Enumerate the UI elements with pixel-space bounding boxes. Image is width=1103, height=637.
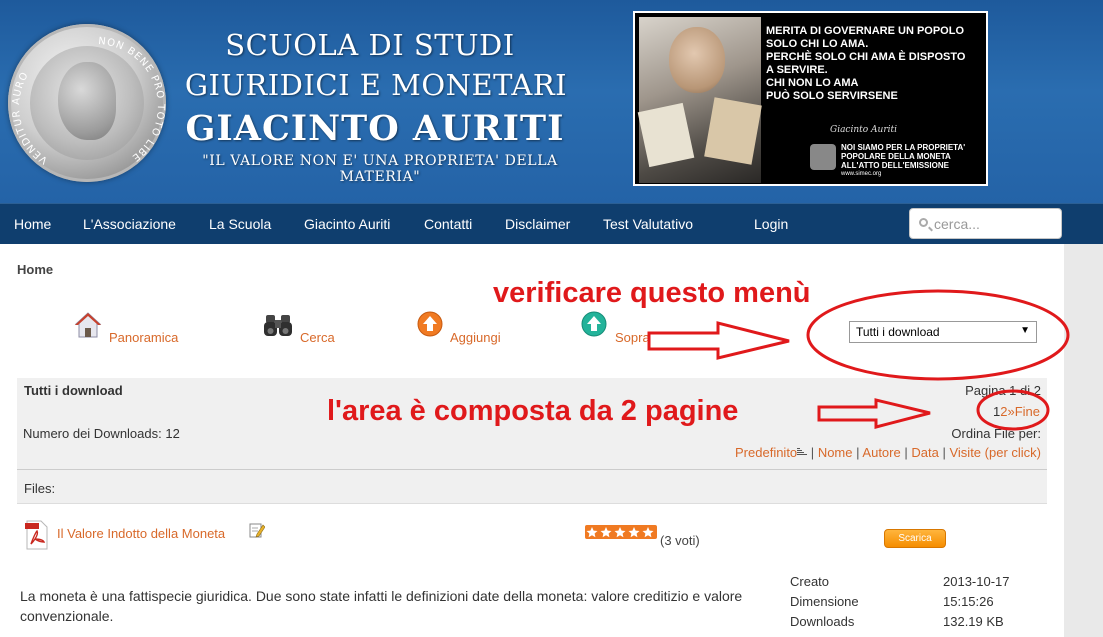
edit-icon[interactable] xyxy=(249,522,265,538)
site-title-line2: GIURIDICI E MONETARI xyxy=(184,68,568,102)
nav-test-valutativo[interactable]: Test Valutativo xyxy=(603,204,693,245)
file-title-link[interactable]: Il Valore Indotto della Moneta xyxy=(57,526,225,541)
annotation-two-pages: l'area è composta da 2 pagine xyxy=(327,395,739,427)
meta-value: 15:15:26 xyxy=(943,594,994,609)
pagination: 12»Fine xyxy=(993,404,1040,419)
toolbar-cerca[interactable]: Cerca xyxy=(263,310,343,346)
toolbar-panoramica-label: Panoramica xyxy=(109,330,179,345)
quote-line: PUÒ SOLO SERVIRSENE xyxy=(766,90,898,102)
banknote-left xyxy=(637,102,695,168)
quote-photo-head xyxy=(669,27,725,93)
search-box[interactable] xyxy=(909,208,1062,239)
site-title-line3: GIACINTO AURITI xyxy=(185,108,565,149)
house-icon xyxy=(74,312,102,338)
meta-row-created: Creato 2013-10-17 xyxy=(790,572,1060,592)
quote-banner[interactable]: MERITA DI GOVERNARE UN POPOLO SOLO CHI L… xyxy=(633,11,988,186)
nav-disclaimer[interactable]: Disclaimer xyxy=(505,204,570,245)
quote-line: SOLO CHI LO AMA. xyxy=(766,38,869,50)
toolbar-aggiungi[interactable]: Aggiungi xyxy=(416,310,516,346)
pager-next[interactable]: » xyxy=(1007,404,1014,419)
nav-login[interactable]: Login xyxy=(754,204,788,245)
meta-row-downloads: Downloads 132.19 KB xyxy=(790,612,1060,632)
coin-ring-text: VENDITUR AURO NON BENE PRO TOTO LIBERTAS xyxy=(8,24,165,166)
emblem-icon xyxy=(810,144,836,170)
banknote-right xyxy=(704,97,762,165)
coin-text-left: VENDITUR AURO xyxy=(11,70,49,166)
up-arrow-green-icon xyxy=(581,311,607,337)
download-button[interactable]: Scarica xyxy=(884,529,946,548)
meta-row-size: Dimensione 15:15:26 xyxy=(790,592,1060,612)
meta-key: Dimensione xyxy=(790,594,859,609)
sort-date[interactable]: Data xyxy=(911,445,938,460)
quote-photo xyxy=(637,17,762,183)
site-tagline: "IL VALORE NON E' UNA PROPRIETA' DELLA M… xyxy=(202,153,558,185)
slogan-line: ALL'ATTO DELL'EMISSIONE xyxy=(841,161,949,170)
sort-visits[interactable]: Visite (per click) xyxy=(949,445,1041,460)
slogan-line: POPOLARE DELLA MONETA xyxy=(841,152,951,161)
sort-default[interactable]: Predefinito xyxy=(735,445,797,460)
search-input[interactable] xyxy=(934,213,1058,235)
quote-line: A SERVIRE. xyxy=(766,64,828,76)
quote-line: PERCHÈ SOLO CHI AMA È DISPOSTO xyxy=(766,51,966,63)
toolbar-sopra[interactable]: Sopra xyxy=(580,310,660,346)
nav-contatti[interactable]: Contatti xyxy=(424,204,472,245)
category-title: Tutti i download xyxy=(24,383,123,398)
page-gutter xyxy=(1064,244,1103,637)
file-row: Il Valore Indotto della Moneta (3 voti) … xyxy=(17,504,1047,570)
site-title-line1: SCUOLA DI STUDI xyxy=(225,28,515,62)
coin-logo[interactable]: VENDITUR AURO NON BENE PRO TOTO LIBERTAS xyxy=(8,24,166,182)
toolbar-aggiungi-label: Aggiungi xyxy=(450,330,501,345)
sort-label: Ordina File per: xyxy=(951,426,1041,441)
file-description: La moneta è una fattispecie giuridica. D… xyxy=(20,588,743,624)
page-info: Pagina 1 di 2 xyxy=(965,383,1041,398)
quote-signature: Giacinto Auriti xyxy=(830,125,898,135)
quote-slogan: NOI SIAMO PER LA PROPRIETA' POPOLARE DEL… xyxy=(841,143,965,179)
nav-scuola[interactable]: La Scuola xyxy=(209,204,271,245)
rating-votes: (3 voti) xyxy=(660,533,700,548)
binoculars-icon xyxy=(264,315,292,336)
slogan-line: NOI SIAMO PER LA PROPRIETA' xyxy=(841,143,966,152)
sort-name[interactable]: Nome xyxy=(818,445,853,460)
category-select[interactable]: Tutti i download ▼ xyxy=(849,321,1037,343)
pdf-icon xyxy=(25,520,48,550)
sort-separator: | xyxy=(904,445,908,460)
nav-associazione[interactable]: L'Associazione xyxy=(83,204,176,245)
toolbar-panoramica[interactable]: Panoramica xyxy=(73,310,183,346)
nav-giacinto-auriti[interactable]: Giacinto Auriti xyxy=(304,204,390,245)
sort-order-icon xyxy=(797,448,808,455)
pager-end[interactable]: Fine xyxy=(1015,404,1040,419)
upload-arrow-orange-icon xyxy=(417,311,443,337)
quote-line: MERITA DI GOVERNARE UN POPOLO xyxy=(766,25,965,37)
meta-key: Creato xyxy=(790,574,830,589)
main-content: Home Panoramica Cerca Aggiungi Sopra ver… xyxy=(0,244,1064,637)
quote-line: CHI NON LO AMA xyxy=(766,77,859,89)
downloads-count: Numero dei Downloads: 12 xyxy=(23,426,180,441)
file-meta: Creato 2013-10-17 Dimensione 15:15:26 Do… xyxy=(790,572,1060,632)
sort-author[interactable]: Autore xyxy=(862,445,900,460)
breadcrumb[interactable]: Home xyxy=(17,262,53,277)
main-nav: Home L'Associazione La Scuola Giacinto A… xyxy=(0,203,1103,244)
toolbar-sopra-label: Sopra xyxy=(615,330,650,345)
meta-key: Downloads xyxy=(790,614,855,629)
files-header-label: Files: xyxy=(24,481,56,496)
nav-home[interactable]: Home xyxy=(14,204,51,245)
quote-text: MERITA DI GOVERNARE UN POPOLO SOLO CHI L… xyxy=(766,25,986,103)
files-header: Files: xyxy=(17,470,1047,504)
dropdown-arrow-icon: ▼ xyxy=(1020,325,1030,336)
rating-stars xyxy=(585,525,657,539)
sort-separator: | xyxy=(810,445,815,460)
toolbar-cerca-label: Cerca xyxy=(300,330,335,345)
category-select-value: Tutti i download xyxy=(856,325,940,339)
meta-value: 132.19 KB xyxy=(943,614,1004,629)
slogan-url: www.simec.org xyxy=(841,171,882,177)
annotation-verify-menu: verificare questo menù xyxy=(493,277,811,309)
sort-separator: | xyxy=(856,445,860,460)
sort-links: Predefinito | Nome | Autore | Data | Vis… xyxy=(735,445,1041,460)
site-header: VENDITUR AURO NON BENE PRO TOTO LIBERTAS… xyxy=(0,0,1103,203)
sort-separator: | xyxy=(942,445,946,460)
search-icon xyxy=(919,218,928,227)
svg-text:VENDITUR AURO: VENDITUR AURO xyxy=(11,70,50,166)
meta-value: 2013-10-17 xyxy=(943,574,1010,589)
